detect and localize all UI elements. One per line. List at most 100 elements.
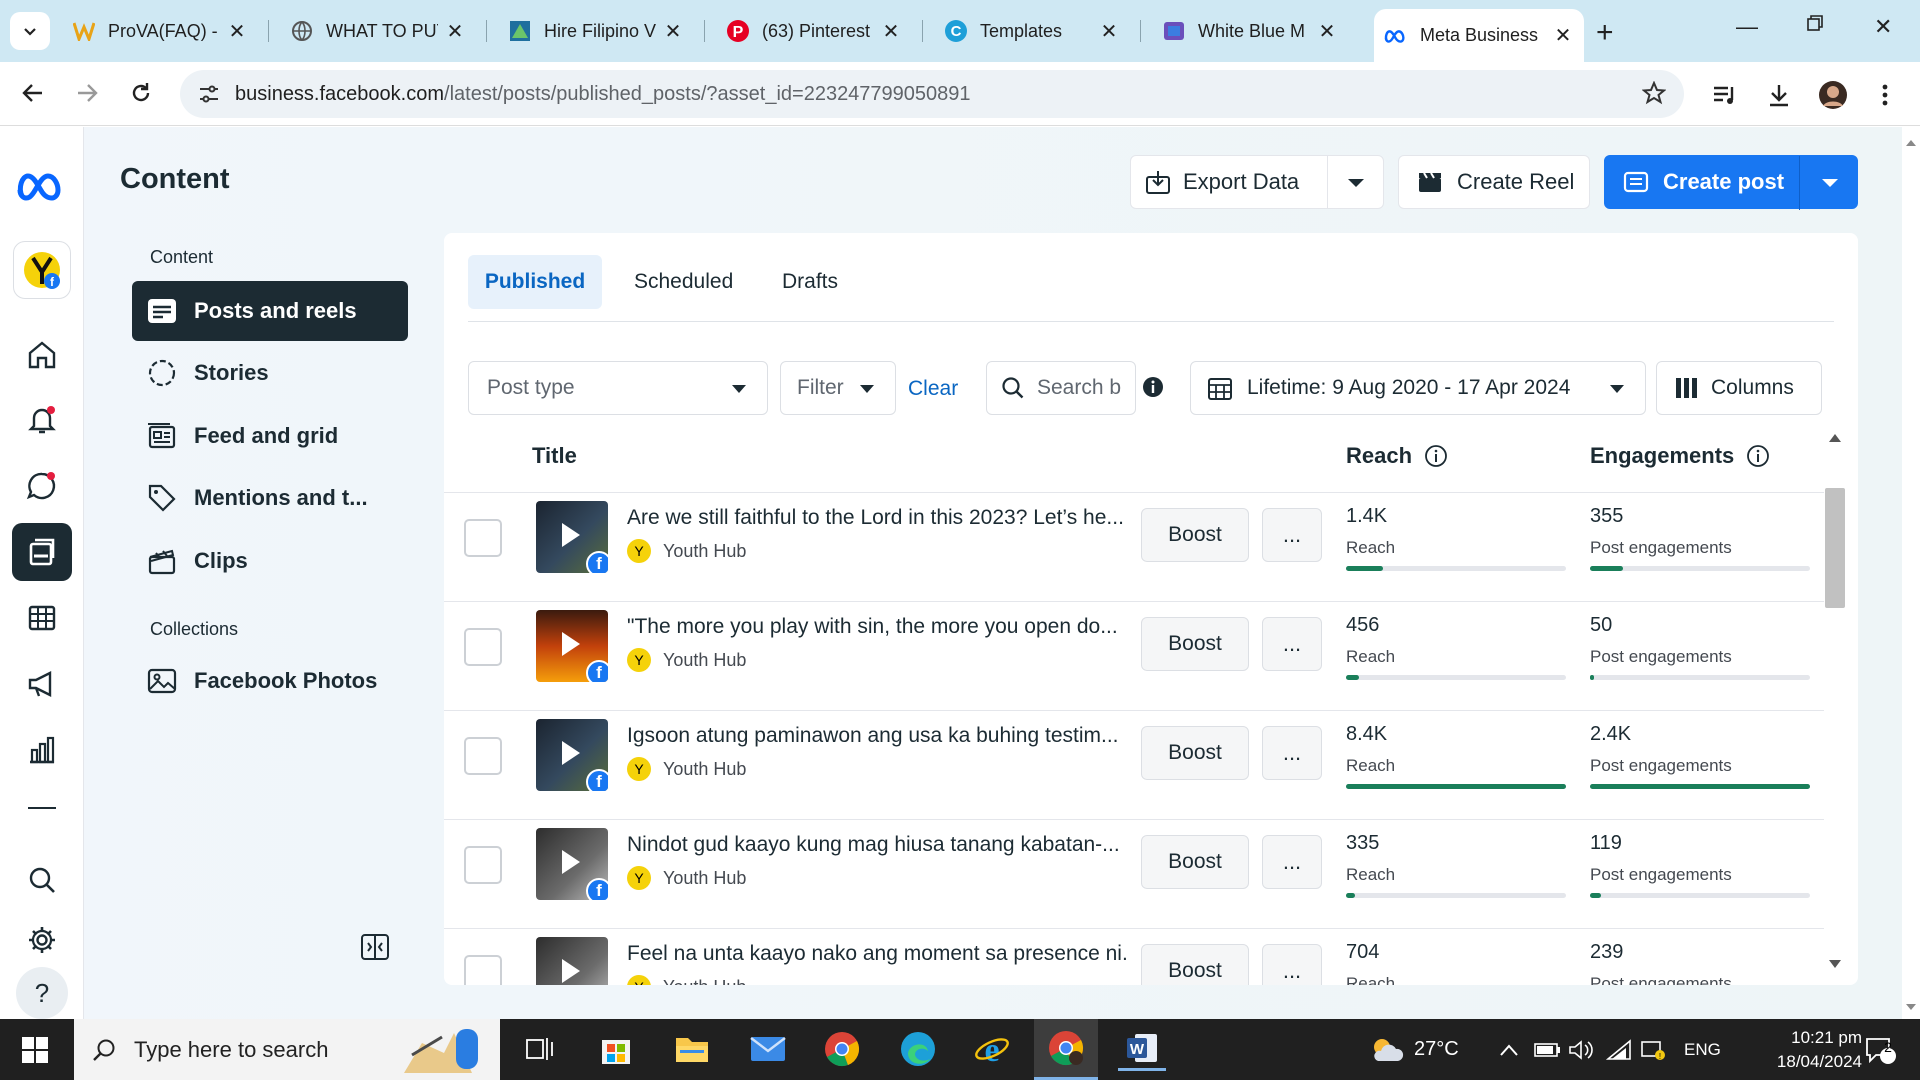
show-hidden-icons[interactable] xyxy=(1500,1019,1518,1080)
close-icon[interactable]: ✕ xyxy=(1552,23,1574,48)
nav-item-mentions-and-tags[interactable]: Mentions and t... xyxy=(132,468,408,528)
post-title[interactable]: Igsoon atung paminawon ang usa ka buhing… xyxy=(627,724,1127,748)
caret-down-icon[interactable] xyxy=(1821,178,1839,188)
tab-scheduled[interactable]: Scheduled xyxy=(616,255,751,309)
post-thumbnail[interactable]: f xyxy=(536,719,608,791)
edge-icon[interactable] xyxy=(894,1027,942,1071)
table-row[interactable]: f Feel na unta kaayo nako ang moment sa … xyxy=(444,929,1824,985)
chrome-icon[interactable] xyxy=(818,1027,866,1071)
collapse-sidebar-button[interactable] xyxy=(360,933,390,961)
post-thumbnail[interactable]: f xyxy=(536,501,608,573)
more-options-button[interactable]: ... xyxy=(1262,726,1322,780)
close-icon[interactable]: ✕ xyxy=(444,19,466,44)
boost-button[interactable]: Boost xyxy=(1141,726,1249,780)
close-icon[interactable]: ✕ xyxy=(226,19,248,44)
tab-drafts[interactable]: Drafts xyxy=(764,255,856,309)
row-checkbox[interactable] xyxy=(464,628,502,666)
microsoft-store-icon[interactable] xyxy=(592,1027,640,1071)
reload-button[interactable] xyxy=(126,78,156,108)
insights-icon[interactable] xyxy=(12,721,72,779)
export-data-button[interactable]: Export Data xyxy=(1130,155,1384,209)
boost-button[interactable]: Boost xyxy=(1141,835,1249,889)
nav-item-posts-and-reels[interactable]: Posts and reels xyxy=(132,281,408,341)
mail-icon[interactable] xyxy=(744,1027,792,1071)
table-row[interactable]: f Igsoon atung paminawon ang usa ka buhi… xyxy=(444,711,1824,820)
boost-button[interactable]: Boost xyxy=(1141,617,1249,671)
weather-widget[interactable]: 27°C xyxy=(1368,1019,1459,1080)
input-language[interactable]: ENG xyxy=(1684,1019,1721,1080)
row-checkbox[interactable] xyxy=(464,846,502,884)
boost-button[interactable]: Boost xyxy=(1141,508,1249,562)
chat-icon[interactable] xyxy=(12,457,72,515)
back-button[interactable] xyxy=(18,78,48,108)
notifications-button[interactable]: 2 xyxy=(1864,1019,1896,1080)
date-range-picker[interactable]: Lifetime: 9 Aug 2020 - 17 Apr 2024 xyxy=(1190,361,1646,415)
page-scrollbar[interactable] xyxy=(1902,127,1920,1019)
close-icon[interactable]: ✕ xyxy=(1316,19,1338,44)
close-window-button[interactable]: ✕ xyxy=(1874,14,1892,40)
clock[interactable]: 10:21 pm 18/04/2024 xyxy=(1746,1019,1862,1080)
gear-icon[interactable] xyxy=(12,911,72,969)
taskbar-search-box[interactable]: Type here to search xyxy=(74,1019,500,1080)
table-row[interactable]: f Are we still faithful to the Lord in t… xyxy=(444,493,1824,602)
scroll-thumb[interactable] xyxy=(1825,488,1845,608)
megaphone-icon[interactable] xyxy=(12,655,72,713)
battery-icon[interactable] xyxy=(1534,1019,1562,1080)
column-header-title[interactable]: Title xyxy=(532,443,577,469)
post-thumbnail[interactable]: f xyxy=(536,937,608,985)
browser-tab-2[interactable]: WHAT TO PUT ✕ xyxy=(280,9,476,53)
browser-tab-6[interactable]: White Blue M ✕ xyxy=(1152,9,1348,53)
media-control-button[interactable] xyxy=(1710,80,1740,110)
post-title[interactable]: Feel na unta kaayo nako ang moment sa pr… xyxy=(627,942,1127,966)
wifi-icon[interactable] xyxy=(1606,1019,1632,1080)
url-bar[interactable]: business.facebook.com/latest/posts/publi… xyxy=(180,70,1684,118)
post-title[interactable]: Are we still faithful to the Lord in thi… xyxy=(627,506,1127,530)
create-reel-button[interactable]: Create Reel xyxy=(1398,155,1590,209)
internet-explorer-icon[interactable]: e xyxy=(968,1027,1016,1071)
close-icon[interactable]: ✕ xyxy=(662,19,684,44)
post-title[interactable]: "The more you play with sin, the more yo… xyxy=(627,615,1127,639)
task-view-icon[interactable] xyxy=(516,1027,564,1071)
more-options-button[interactable]: ... xyxy=(1262,835,1322,889)
columns-button[interactable]: Columns xyxy=(1656,361,1822,415)
close-icon[interactable]: ✕ xyxy=(880,19,902,44)
browser-tab-4[interactable]: P (63) Pinterest ✕ xyxy=(716,9,912,53)
help-icon[interactable]: ? xyxy=(16,967,68,1019)
row-checkbox[interactable] xyxy=(464,519,502,557)
network-warning-icon[interactable]: ! xyxy=(1640,1019,1666,1080)
row-checkbox[interactable] xyxy=(464,737,502,775)
table-row[interactable]: f "The more you play with sin, the more … xyxy=(444,602,1824,711)
column-header-reach[interactable]: Reach xyxy=(1346,443,1448,469)
forward-button[interactable] xyxy=(72,78,102,108)
boost-button[interactable]: Boost xyxy=(1141,944,1249,985)
content-icon[interactable] xyxy=(12,523,72,581)
post-type-dropdown[interactable]: Post type xyxy=(468,361,768,415)
new-tab-button[interactable]: + xyxy=(1596,16,1614,50)
nav-item-clips[interactable]: Clips xyxy=(132,531,408,591)
nav-item-feed-and-grid[interactable]: Feed and grid xyxy=(132,406,408,466)
star-icon[interactable] xyxy=(1642,81,1666,105)
meta-logo-icon[interactable] xyxy=(12,157,72,215)
page-avatar[interactable]: f xyxy=(13,241,71,299)
post-title[interactable]: Nindot gud kaayo kung mag hiusa tanang k… xyxy=(627,833,1127,857)
home-icon[interactable] xyxy=(12,326,72,384)
bell-icon[interactable] xyxy=(12,391,72,449)
search-icon[interactable] xyxy=(12,851,72,909)
profile-avatar[interactable] xyxy=(1818,80,1848,110)
word-icon[interactable]: W xyxy=(1118,1027,1166,1071)
minimize-button[interactable]: — xyxy=(1736,14,1758,40)
windows-start-button[interactable] xyxy=(22,1037,48,1063)
post-thumbnail[interactable]: f xyxy=(536,610,608,682)
chrome-active-taskbar-icon[interactable] xyxy=(1034,1019,1098,1080)
browser-tab-1[interactable]: ProVA(FAQ) - ✕ xyxy=(62,9,258,53)
info-circle-icon[interactable] xyxy=(1424,444,1448,468)
browser-tab-7[interactable]: Meta Business ✕ xyxy=(1374,9,1584,62)
more-options-button[interactable]: ... xyxy=(1262,617,1322,671)
restore-button[interactable] xyxy=(1806,14,1824,32)
table-row[interactable]: f Nindot gud kaayo kung mag hiusa tanang… xyxy=(444,820,1824,929)
column-header-engagements[interactable]: Engagements xyxy=(1590,443,1770,469)
downloads-button[interactable] xyxy=(1764,80,1794,110)
nav-item-stories[interactable]: Stories xyxy=(132,343,408,403)
browser-tab-3[interactable]: Hire Filipino V ✕ xyxy=(498,9,694,53)
more-options-button[interactable]: ... xyxy=(1262,944,1322,985)
